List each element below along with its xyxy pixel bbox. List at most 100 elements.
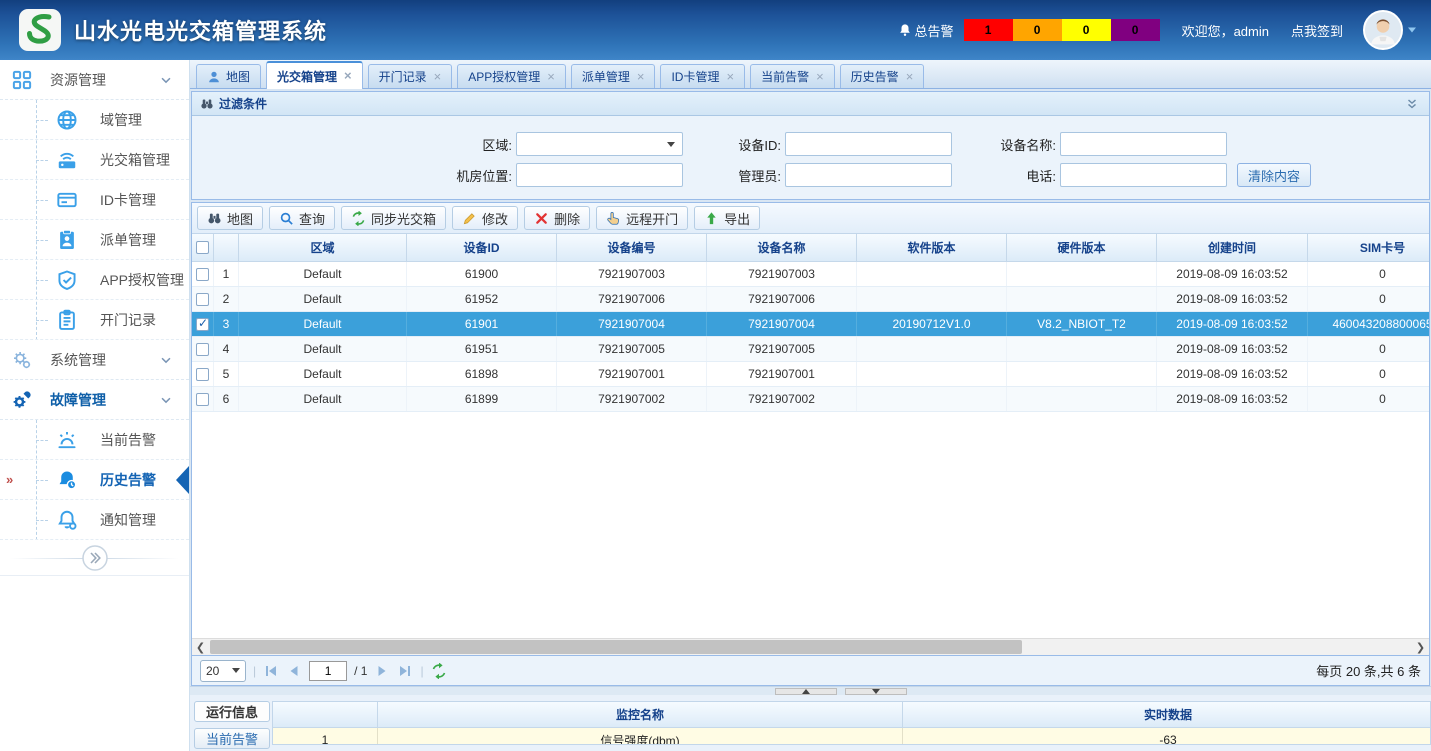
sign-in-link[interactable]: 点我签到 <box>1291 21 1343 40</box>
last-page-icon[interactable] <box>397 663 413 679</box>
scroll-right-icon[interactable]: ❯ <box>1412 639 1429 655</box>
alarm-badge-0[interactable]: 1 <box>964 19 1013 41</box>
panel-splitter[interactable] <box>190 686 1431 695</box>
first-page-icon[interactable] <box>263 663 279 679</box>
map-button[interactable]: 地图 <box>197 206 263 230</box>
sidebar-group-resource-management[interactable]: 资源管理 <box>0 60 189 100</box>
sidebar-item-current-alarm[interactable]: 当前告警 <box>0 420 189 460</box>
refresh-icon[interactable] <box>431 663 447 679</box>
sync-icon <box>351 211 366 226</box>
clear-content-button[interactable]: 清除内容 <box>1237 163 1311 187</box>
prev-page-icon[interactable] <box>286 663 302 679</box>
table-cell <box>857 287 1007 311</box>
sidebar-item-door-records[interactable]: 开门记录 <box>0 300 189 340</box>
edit-icon <box>462 211 477 226</box>
current-alarm-tab[interactable]: 当前告警 <box>194 728 270 749</box>
idcard-icon <box>56 189 78 211</box>
avatar[interactable] <box>1363 10 1403 50</box>
close-icon[interactable]: × <box>816 72 824 82</box>
phone-input[interactable] <box>1060 163 1227 187</box>
remote-open-button[interactable]: 远程开门 <box>596 206 688 230</box>
room-location-input[interactable] <box>516 163 683 187</box>
sidebar-item-app-auth-management[interactable]: APP授权管理 <box>0 260 189 300</box>
horizontal-scrollbar[interactable]: ❮ ❯ <box>192 638 1429 655</box>
edit-button[interactable]: 修改 <box>452 206 518 230</box>
table-cell: 0 <box>1308 387 1429 411</box>
splitter-up-icon[interactable] <box>775 688 837 695</box>
row-number-cell: 2 <box>214 287 239 311</box>
sidebar-item-id-card-management[interactable]: ID卡管理 <box>0 180 189 220</box>
scroll-left-icon[interactable]: ❮ <box>192 639 209 655</box>
table-cell: 61898 <box>407 362 557 386</box>
query-button[interactable]: 查询 <box>269 206 335 230</box>
table-cell: V8.2_NBIOT_T2 <box>1007 312 1157 336</box>
avatar-caret-icon[interactable] <box>1407 23 1417 37</box>
region-select[interactable] <box>516 132 683 156</box>
row-checkbox[interactable] <box>196 318 209 331</box>
next-page-icon[interactable] <box>374 663 390 679</box>
sidebar-item-label: 历史告警 <box>100 470 156 490</box>
select-all-checkbox[interactable] <box>196 241 209 254</box>
table-row[interactable]: 2Default61952792190700679219070062019-08… <box>192 287 1429 312</box>
close-icon[interactable]: × <box>637 72 645 82</box>
row-checkbox-cell <box>192 337 214 361</box>
table-cell <box>857 387 1007 411</box>
sidebar-item-history-alarm[interactable]: »历史告警 <box>0 460 189 500</box>
tab-id-card[interactable]: ID卡管理× <box>660 64 745 88</box>
alarm-badge-1[interactable]: 0 <box>1013 19 1062 41</box>
sidebar-item-dispatch-management[interactable]: 派单管理 <box>0 220 189 260</box>
device-name-input[interactable] <box>1060 132 1227 156</box>
collapse-filter-icon[interactable] <box>1405 97 1419 111</box>
alarm-badge-3[interactable]: 0 <box>1111 19 1160 41</box>
table-row[interactable]: 3Default61901792190700479219070042019071… <box>192 312 1429 337</box>
table-row[interactable]: 4Default61951792190700579219070052019-08… <box>192 337 1429 362</box>
sidebar-item-label: 通知管理 <box>100 510 156 530</box>
monitor-num-cell: 1 <box>273 728 378 745</box>
run-info-tab[interactable]: 运行信息 <box>194 701 270 722</box>
scrollbar-thumb[interactable] <box>210 640 1022 654</box>
row-checkbox-cell <box>192 287 214 311</box>
export-button[interactable]: 导出 <box>694 206 760 230</box>
tab-dispatch[interactable]: 派单管理× <box>571 64 656 88</box>
manager-input[interactable] <box>785 163 952 187</box>
table-row[interactable]: 5Default61898792190700179219070012019-08… <box>192 362 1429 387</box>
tab-optical-box[interactable]: 光交箱管理× <box>266 61 363 89</box>
tab-history-alarm[interactable]: 历史告警× <box>840 64 925 88</box>
tab-app-auth[interactable]: APP授权管理× <box>457 64 566 88</box>
table-row[interactable]: 1Default61900792190700379219070032019-08… <box>192 262 1429 287</box>
close-icon[interactable]: × <box>547 72 555 82</box>
close-icon[interactable]: × <box>344 71 352 81</box>
tab-door-records[interactable]: 开门记录× <box>368 64 453 88</box>
delete-button[interactable]: 删除 <box>524 206 590 230</box>
record-icon <box>56 309 78 331</box>
page-number-input[interactable] <box>309 661 347 681</box>
alarm-badge-2[interactable]: 0 <box>1062 19 1111 41</box>
sidebar-group-system-management[interactable]: 系统管理 <box>0 340 189 380</box>
monitor-table: 监控名称实时数据1信号强度(dbm)-632当前温度(°C)273箱门状态关闭4… <box>272 701 1431 745</box>
table-row[interactable]: 6Default61899792190700279219070022019-08… <box>192 387 1429 412</box>
row-checkbox[interactable] <box>196 293 209 306</box>
row-checkbox[interactable] <box>196 393 209 406</box>
sync-button[interactable]: 同步光交箱 <box>341 206 446 230</box>
sidebar-collapse-button[interactable] <box>81 544 109 572</box>
close-icon[interactable]: × <box>434 72 442 82</box>
tab-current-alarm[interactable]: 当前告警× <box>750 64 835 88</box>
sidebar-item-optical-box-management[interactable]: 光交箱管理 <box>0 140 189 180</box>
sidebar-item-notify-management[interactable]: 通知管理 <box>0 500 189 540</box>
sidebar-group-fault-management[interactable]: 故障管理 <box>0 380 189 420</box>
globe-icon <box>56 109 78 131</box>
table-cell: 7921907001 <box>557 362 707 386</box>
device-id-input[interactable] <box>785 132 952 156</box>
splitter-down-icon[interactable] <box>845 688 907 695</box>
page-size-select[interactable]: 20 <box>200 660 246 682</box>
close-icon[interactable]: × <box>906 72 914 82</box>
column-header: 软件版本 <box>857 234 1007 261</box>
tab-map[interactable]: 地图 <box>196 64 261 88</box>
grid-icon <box>12 70 32 90</box>
row-checkbox[interactable] <box>196 268 209 281</box>
row-checkbox[interactable] <box>196 368 209 381</box>
sidebar-item-domain-management[interactable]: 域管理 <box>0 100 189 140</box>
row-checkbox[interactable] <box>196 343 209 356</box>
close-icon[interactable]: × <box>726 72 734 82</box>
filter-panel-header[interactable]: 过滤条件 <box>192 92 1429 116</box>
